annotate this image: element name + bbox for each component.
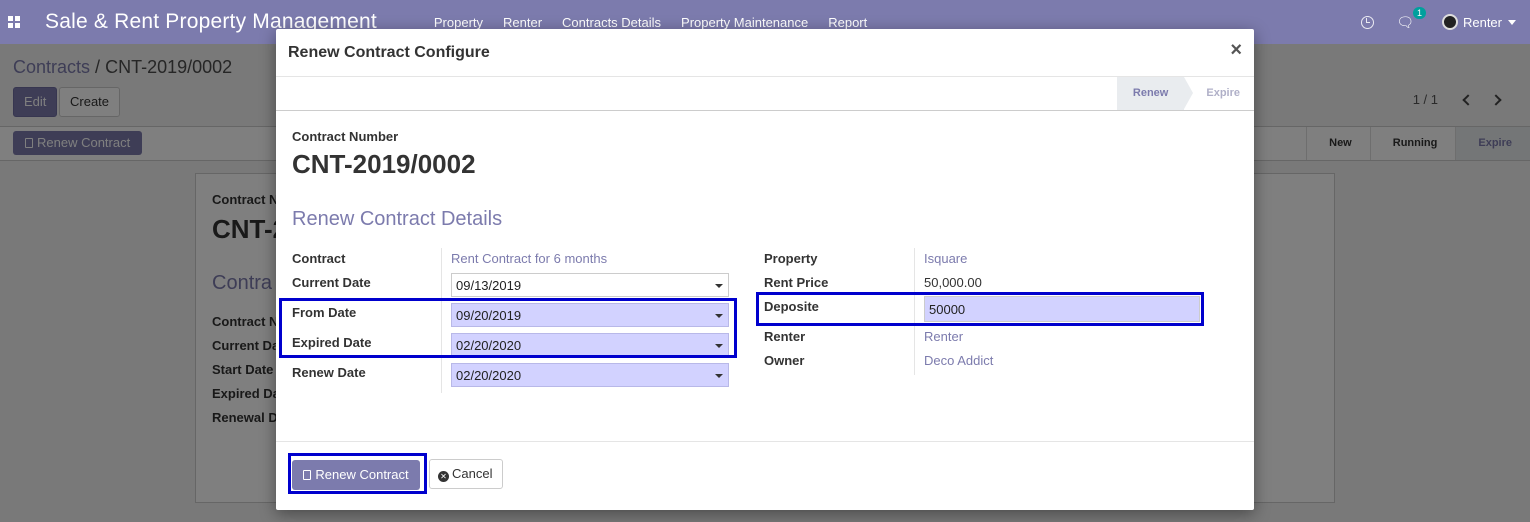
current-date-input[interactable]: 09/13/2019	[451, 273, 729, 297]
property-label: Property	[764, 251, 818, 266]
renter-label: Renter	[764, 329, 806, 344]
contract-link[interactable]: Rent Contract for 6 months	[451, 251, 607, 266]
modal-stages: Renew Expire	[1116, 77, 1254, 110]
times-circle-icon: ✕	[438, 471, 449, 482]
chat-icon[interactable]: 🗨 1	[1396, 6, 1426, 31]
modal-title: Renew Contract Configure	[288, 44, 490, 61]
owner-link[interactable]: Deco Addict	[924, 353, 993, 368]
renew-date-value: 02/20/2020	[456, 368, 522, 383]
stage-renew[interactable]: Renew	[1116, 77, 1194, 110]
contract-label: Contract	[292, 251, 346, 266]
contract-number-label: Contract Number	[292, 129, 399, 144]
owner-label: Owner	[764, 353, 805, 368]
menu-item-renter[interactable]: Renter	[503, 15, 542, 30]
renew-contract-modal: Renew Contract Configure × Renew Expire …	[276, 29, 1254, 510]
rent-price-label: Rent Price	[764, 275, 829, 290]
activity-clock-icon[interactable]	[1361, 15, 1375, 29]
cancel-button[interactable]: ✕ Cancel	[429, 459, 504, 489]
current-date-label: Current Date	[292, 275, 371, 290]
user-menu[interactable]: Renter	[1463, 15, 1502, 30]
renew-date-input[interactable]: 02/20/2020	[451, 363, 729, 387]
cancel-button-label: Cancel	[452, 466, 493, 481]
main-menu: Property Renter Contracts Details Proper…	[434, 15, 887, 30]
property-link[interactable]: Isquare	[924, 251, 967, 266]
current-date-value: 09/13/2019	[456, 278, 522, 293]
highlight-box-deposite	[756, 292, 1204, 326]
avatar[interactable]	[1441, 14, 1458, 30]
menu-item-property[interactable]: Property	[434, 15, 483, 30]
contract-number-value: CNT-2019/0002	[292, 149, 476, 179]
modal-statusbar: Renew Expire	[276, 77, 1254, 111]
close-icon[interactable]: ×	[1230, 39, 1242, 62]
menu-item-contracts-details[interactable]: Contracts Details	[562, 15, 661, 30]
renter-link[interactable]: Renter	[924, 329, 963, 344]
chevron-down-icon[interactable]	[1508, 19, 1516, 25]
modal-header: Renew Contract Configure ×	[276, 29, 1254, 77]
rent-price-value: 50,000.00	[924, 275, 982, 290]
renew-date-label: Renew Date	[292, 365, 366, 380]
chat-badge: 1	[1412, 6, 1426, 19]
section-title: Renew Contract Details	[292, 208, 503, 230]
menu-item-property-maintenance[interactable]: Property Maintenance	[681, 15, 808, 30]
modal-footer: Renew Contract ✕ Cancel	[276, 441, 1254, 510]
stage-expire[interactable]: Expire	[1184, 77, 1254, 110]
highlight-box-renew	[288, 453, 427, 494]
dropdown-arrow-icon[interactable]	[715, 374, 723, 378]
highlight-box-dates	[279, 298, 737, 358]
dropdown-arrow-icon[interactable]	[715, 284, 723, 288]
menu-item-report[interactable]: Report	[828, 15, 867, 30]
navbar-right: 🗨 1 Renter	[1361, 0, 1516, 44]
apps-grid-icon[interactable]	[8, 16, 20, 28]
